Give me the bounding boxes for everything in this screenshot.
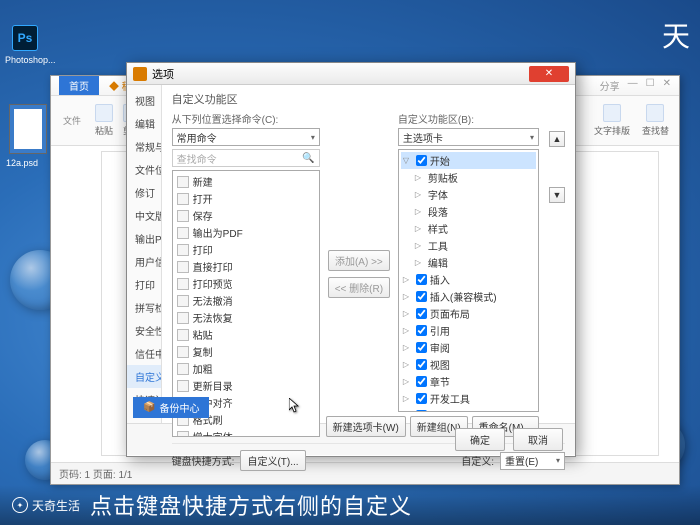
tree-node[interactable]: 开发工具	[401, 390, 536, 407]
nav-item[interactable]: 中文版式	[127, 204, 161, 227]
command-item[interactable]: 直接打印	[175, 258, 317, 275]
page-indicator: 页码: 1 页面: 1/1	[59, 466, 132, 481]
custom-label: 自定义:	[461, 453, 494, 468]
chevron-down-icon: ▾	[530, 133, 534, 142]
tree-child[interactable]: 编辑	[401, 254, 536, 271]
dialog-titlebar: 选项 ✕	[127, 63, 575, 85]
doc-thumb-label: 12a.psd	[6, 158, 38, 168]
options-nav: 视图编辑常规与保存文件位置修订中文版式输出PDF用户信息打印拼写检查安全性信任中…	[127, 85, 162, 423]
nav-item[interactable]: 修订	[127, 181, 161, 204]
video-caption-bar: ✦天奇生活 点击键盘快捷方式右侧的自定义	[0, 485, 700, 525]
nav-item[interactable]: 自定义功能区	[127, 365, 161, 388]
keyboard-shortcut-label: 键盘快捷方式:	[172, 453, 235, 468]
menu-file[interactable]: 文件	[57, 114, 87, 127]
nav-item[interactable]: 信任中心	[127, 342, 161, 365]
tab-home[interactable]: 首页	[59, 76, 99, 95]
command-item[interactable]: 无法撤消	[175, 292, 317, 309]
command-item[interactable]: 无法恢复	[175, 309, 317, 326]
tree-child[interactable]: 样式	[401, 220, 536, 237]
tree-node[interactable]: 插入	[401, 271, 536, 288]
tool-查找替[interactable]: 查找替	[638, 102, 673, 139]
command-item[interactable]: 保存	[175, 207, 317, 224]
command-search-input[interactable]: 查找命令🔍	[172, 149, 320, 167]
chevron-down-icon: ▾	[311, 133, 315, 142]
command-item[interactable]: 打印	[175, 241, 317, 258]
photoshop-icon[interactable]: Ps	[12, 25, 38, 51]
maximize-icon[interactable]: ☐	[646, 78, 655, 93]
tree-child[interactable]: 段落	[401, 203, 536, 220]
tree-child[interactable]: 字体	[401, 186, 536, 203]
customize-shortcut-button[interactable]: 自定义(T)...	[240, 450, 305, 471]
move-down-button[interactable]: ▼	[549, 187, 565, 203]
ribbon-tree[interactable]: 开始剪贴板字体段落样式工具编辑 插入 插入(兼容模式) 页面布局 引用 审阅 视…	[398, 149, 539, 412]
tree-node[interactable]: 插入(兼容模式)	[401, 288, 536, 305]
tool-粘贴[interactable]: 粘贴	[91, 102, 117, 139]
remove-button[interactable]: << 删除(R)	[328, 277, 390, 298]
command-item[interactable]: 更新目录	[175, 377, 317, 394]
tree-node[interactable]: 开始	[401, 152, 536, 169]
doc-thumbnail[interactable]	[9, 104, 47, 154]
ribbon-target-combo[interactable]: 主选项卡▾	[398, 128, 539, 146]
close-icon[interactable]: ✕	[663, 78, 671, 93]
minimize-icon[interactable]: —	[628, 78, 638, 93]
brand-logo: ✦天奇生活	[12, 497, 80, 514]
command-item[interactable]: 粘贴	[175, 326, 317, 343]
dialog-title: 选项	[152, 66, 174, 82]
tree-node[interactable]: 会员专享	[401, 407, 536, 412]
nav-item[interactable]: 用户信息	[127, 250, 161, 273]
move-up-button[interactable]: ▲	[549, 131, 565, 147]
tree-node[interactable]: 章节	[401, 373, 536, 390]
nav-item[interactable]: 安全性	[127, 319, 161, 342]
nav-item[interactable]: 编辑	[127, 112, 161, 135]
tree-node[interactable]: 引用	[401, 322, 536, 339]
command-item[interactable]: 输出为PDF	[175, 224, 317, 241]
nav-item[interactable]: 打印	[127, 273, 161, 296]
add-button[interactable]: 添加(A) >>	[328, 250, 390, 271]
tree-node[interactable]: 视图	[401, 356, 536, 373]
app-icon	[133, 67, 147, 81]
command-item[interactable]: 新建	[175, 173, 317, 190]
nav-item[interactable]: 文件位置	[127, 158, 161, 181]
nav-item[interactable]: 输出PDF	[127, 227, 161, 250]
tree-node[interactable]: 审阅	[401, 339, 536, 356]
commands-source-combo[interactable]: 常用命令▾	[172, 128, 320, 146]
share-button[interactable]: 分享	[600, 78, 620, 93]
backup-center-button[interactable]: 📦 备份中心	[133, 397, 209, 418]
options-dialog: 选项 ✕ 视图编辑常规与保存文件位置修订中文版式输出PDF用户信息打印拼写检查安…	[126, 62, 576, 457]
new-tab-button[interactable]: 新建选项卡(W)	[326, 416, 406, 437]
ok-button[interactable]: 确定	[455, 428, 505, 451]
subtitle-text: 点击键盘快捷方式右侧的自定义	[90, 489, 412, 521]
dialog-close-button[interactable]: ✕	[529, 66, 569, 82]
left-combo-label: 从下列位置选择命令(C):	[172, 111, 320, 126]
right-combo-label: 自定义功能区(B):	[398, 111, 539, 126]
cancel-button[interactable]: 取消	[513, 428, 563, 451]
nav-item[interactable]: 常规与保存	[127, 135, 161, 158]
command-item[interactable]: 加粗	[175, 360, 317, 377]
command-item[interactable]: 复制	[175, 343, 317, 360]
tree-child[interactable]: 工具	[401, 237, 536, 254]
nav-item[interactable]: 视图	[127, 89, 161, 112]
section-title: 自定义功能区	[172, 91, 565, 107]
command-item[interactable]: 增大字体	[175, 428, 317, 437]
nav-item[interactable]: 拼写检查	[127, 296, 161, 319]
tree-child[interactable]: 剪贴板	[401, 169, 536, 186]
tool-文字排版[interactable]: 文字排版	[590, 102, 634, 139]
reset-combo[interactable]: 重置(E)▾	[500, 452, 565, 470]
watermark: 天	[662, 15, 690, 55]
photoshop-label: Photoshop...	[5, 55, 56, 65]
command-item[interactable]: 打印预览	[175, 275, 317, 292]
search-icon: 🔍	[302, 153, 314, 164]
command-item[interactable]: 打开	[175, 190, 317, 207]
tree-node[interactable]: 页面布局	[401, 305, 536, 322]
